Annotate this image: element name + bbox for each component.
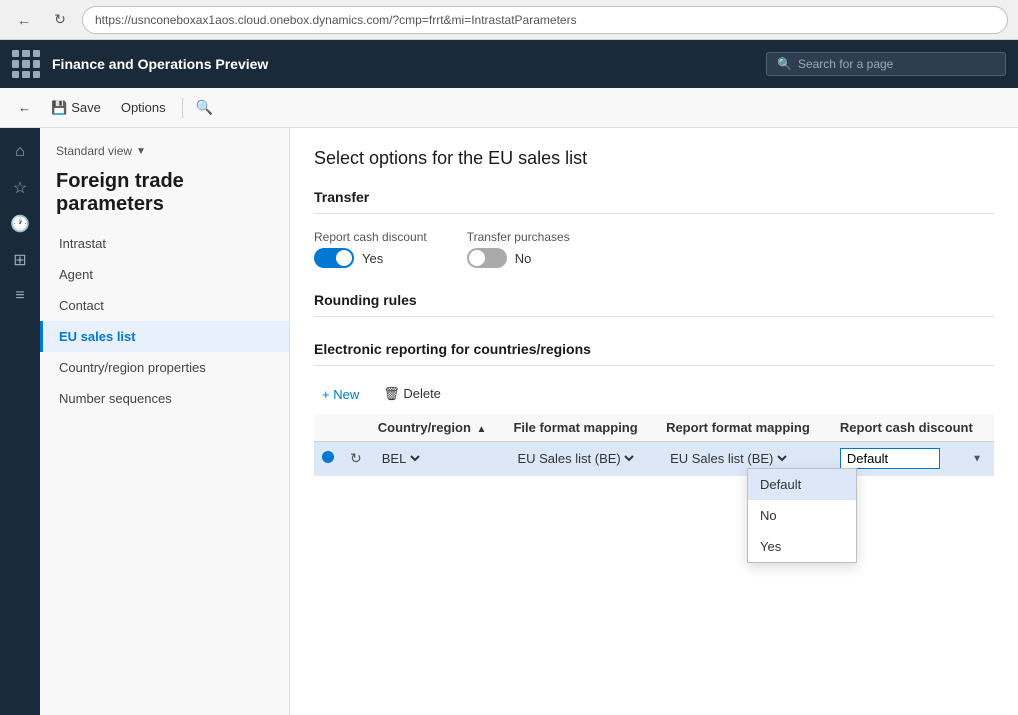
report-cash-input[interactable] <box>840 448 940 469</box>
sidebar-item-number-sequences[interactable]: Number sequences <box>40 383 289 414</box>
col-header-country: Country/region ▲ <box>370 414 506 442</box>
modules-icon[interactable]: ≡ <box>4 280 36 312</box>
chevron-down-icon: ▼ <box>136 146 146 157</box>
waffle-dot <box>22 71 29 78</box>
report-cash-discount-value: Yes <box>362 251 383 266</box>
transfer-purchases-toggle-container: No <box>467 248 570 268</box>
transfer-purchases-toggle[interactable] <box>467 248 507 268</box>
home-icon[interactable]: ⌂ <box>4 136 36 168</box>
toggle-knob <box>336 250 352 266</box>
global-search[interactable]: 🔍 Search for a page <box>766 52 1006 76</box>
app-header: Finance and Operations Preview 🔍 Search … <box>0 40 1018 88</box>
back-button[interactable]: ← <box>10 6 38 34</box>
waffle-dot <box>33 71 40 78</box>
app-title: Finance and Operations Preview <box>52 56 754 72</box>
chevron-down-icon: ▼ <box>972 453 982 464</box>
url-text: https://usnconeboxax1aos.cloud.onebox.dy… <box>95 13 577 27</box>
toolbar-search-button[interactable]: 🔍 <box>191 94 219 122</box>
delete-button[interactable]: 🗑 Delete <box>375 382 449 406</box>
report-cash-discount-toggle[interactable] <box>314 248 354 268</box>
back-nav-button[interactable]: ← <box>10 96 39 119</box>
sidebar-item-eu-sales-list[interactable]: EU sales list <box>40 321 289 352</box>
address-bar[interactable]: https://usnconeboxax1aos.cloud.onebox.dy… <box>82 6 1008 34</box>
search-placeholder: Search for a page <box>798 57 893 71</box>
search-icon: 🔍 <box>777 57 792 71</box>
transfer-purchases-label: Transfer purchases <box>467 230 570 244</box>
section-title: Select options for the EU sales list <box>314 148 994 169</box>
new-button[interactable]: + New <box>314 383 367 406</box>
standard-view-label[interactable]: Standard view <box>56 144 132 158</box>
sort-icon: ▲ <box>477 424 487 435</box>
col-header-report-format: Report format mapping <box>658 414 832 442</box>
save-icon: 💾 <box>51 100 67 116</box>
row-radio-cell <box>314 442 342 476</box>
options-label: Options <box>121 100 166 115</box>
sidebar-item-agent[interactable]: Agent <box>40 259 289 290</box>
sidebar-view-header: Standard view ▼ <box>40 136 289 166</box>
sidebar-item-country-region[interactable]: Country/region properties <box>40 352 289 383</box>
row-sync-cell: ↻ <box>342 442 370 476</box>
content-area: ⌂ ☆ 🕐 ⊞ ≡ Standard view ▼ Foreign trade … <box>0 128 1018 715</box>
toolbar-divider <box>182 98 183 118</box>
col-header-file-format: File format mapping <box>505 414 658 442</box>
waffle-dot <box>22 50 29 57</box>
country-select[interactable]: BEL <box>378 450 423 467</box>
sidebar: Standard view ▼ Foreign trade parameters… <box>40 128 290 715</box>
toolbar: ← 💾 Save Options 🔍 <box>0 88 1018 128</box>
waffle-dot <box>22 60 29 67</box>
page-title: Foreign trade parameters <box>40 166 289 228</box>
sidebar-item-intrastat[interactable]: Intrastat <box>40 228 289 259</box>
report-cash-dropdown-popup: Default No Yes <box>747 468 857 563</box>
report-cash-dropdown-cell: ▼ <box>840 448 986 469</box>
transfer-group: Transfer Report cash discount Yes Transf… <box>314 189 994 268</box>
row-file-format-cell: EU Sales list (BE) <box>505 442 658 476</box>
dropdown-option-default[interactable]: Default <box>748 469 856 500</box>
main-content: Select options for the EU sales list Tra… <box>290 128 1018 715</box>
report-cash-discount-toggle-container: Yes <box>314 248 427 268</box>
col-header-select <box>314 414 342 442</box>
new-label: + New <box>322 387 359 402</box>
sidebar-item-contact[interactable]: Contact <box>40 290 289 321</box>
report-format-select[interactable]: EU Sales list (BE) <box>666 450 790 467</box>
browser-bar: ← ↻ https://usnconeboxax1aos.cloud.onebo… <box>0 0 1018 40</box>
favorites-icon[interactable]: ☆ <box>4 172 36 204</box>
waffle-dot <box>33 50 40 57</box>
transfer-group-title: Transfer <box>314 189 994 214</box>
sync-icon: ↻ <box>350 450 362 466</box>
save-button[interactable]: 💾 Save <box>43 96 109 120</box>
electronic-reporting-title: Electronic reporting for countries/regio… <box>314 341 994 366</box>
transfer-purchases-field: Transfer purchases No <box>467 230 570 268</box>
waffle-dot <box>12 71 19 78</box>
waffle-dot <box>33 60 40 67</box>
row-country-cell: BEL <box>370 442 506 476</box>
dropdown-option-yes[interactable]: Yes <box>748 531 856 562</box>
refresh-button[interactable]: ↻ <box>46 6 74 34</box>
col-header-refresh <box>342 414 370 442</box>
save-label: Save <box>71 100 101 115</box>
table-toolbar: + New 🗑 Delete <box>314 382 994 406</box>
options-button[interactable]: Options <box>113 96 174 119</box>
electronic-reporting-table: Country/region ▲ File format mapping Rep… <box>314 414 994 476</box>
waffle-menu[interactable] <box>12 50 40 78</box>
transfer-fields-row: Report cash discount Yes Transfer purcha… <box>314 230 994 268</box>
table-row: ↻ BEL EU Sales list (BE) <box>314 442 994 476</box>
rounding-rules-title: Rounding rules <box>314 292 994 317</box>
toggle-knob <box>469 250 485 266</box>
report-cash-discount-label: Report cash discount <box>314 230 427 244</box>
workspaces-icon[interactable]: ⊞ <box>4 244 36 276</box>
recents-icon[interactable]: 🕐 <box>4 208 36 240</box>
waffle-dot <box>12 50 19 57</box>
rounding-rules-group: Rounding rules <box>314 292 994 317</box>
report-cash-discount-field: Report cash discount Yes <box>314 230 427 268</box>
waffle-dot <box>12 60 19 67</box>
delete-label: 🗑 Delete <box>383 386 441 402</box>
electronic-reporting-group: Electronic reporting for countries/regio… <box>314 341 994 476</box>
dropdown-option-no[interactable]: No <box>748 500 856 531</box>
left-nav-icons: ⌂ ☆ 🕐 ⊞ ≡ <box>0 128 40 715</box>
col-header-report-cash: Report cash discount <box>832 414 994 442</box>
file-format-select[interactable]: EU Sales list (BE) <box>513 450 637 467</box>
transfer-purchases-value: No <box>515 251 532 266</box>
row-selected-indicator <box>322 451 334 463</box>
